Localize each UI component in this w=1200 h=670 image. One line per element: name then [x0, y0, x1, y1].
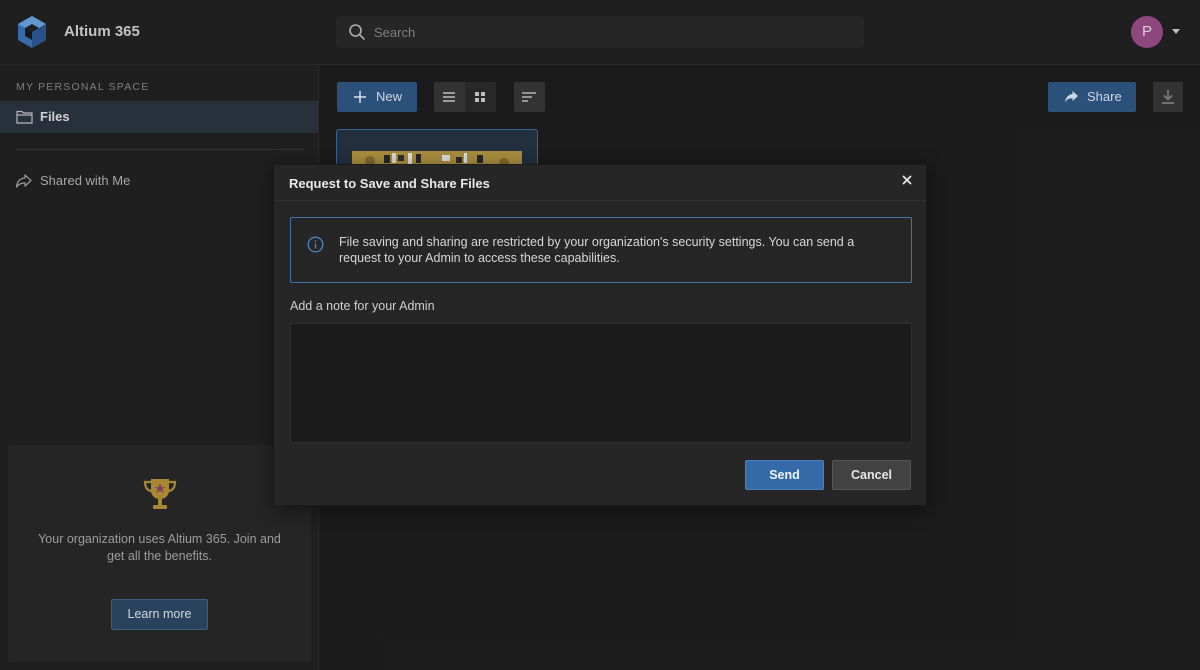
dialog-title: Request to Save and Share Files [289, 176, 490, 191]
note-label: Add a note for your Admin [290, 299, 435, 313]
info-icon [307, 236, 324, 253]
dialog-header: Request to Save and Share Files [274, 165, 926, 201]
send-button[interactable]: Send [745, 460, 824, 490]
admin-note-textarea[interactable] [290, 323, 912, 443]
cancel-button[interactable]: Cancel [832, 460, 911, 490]
request-dialog: Request to Save and Share Files File sav… [273, 164, 927, 506]
info-text: File saving and sharing are restricted b… [339, 235, 855, 265]
close-icon[interactable] [900, 173, 914, 187]
info-banner: File saving and sharing are restricted b… [290, 217, 912, 283]
